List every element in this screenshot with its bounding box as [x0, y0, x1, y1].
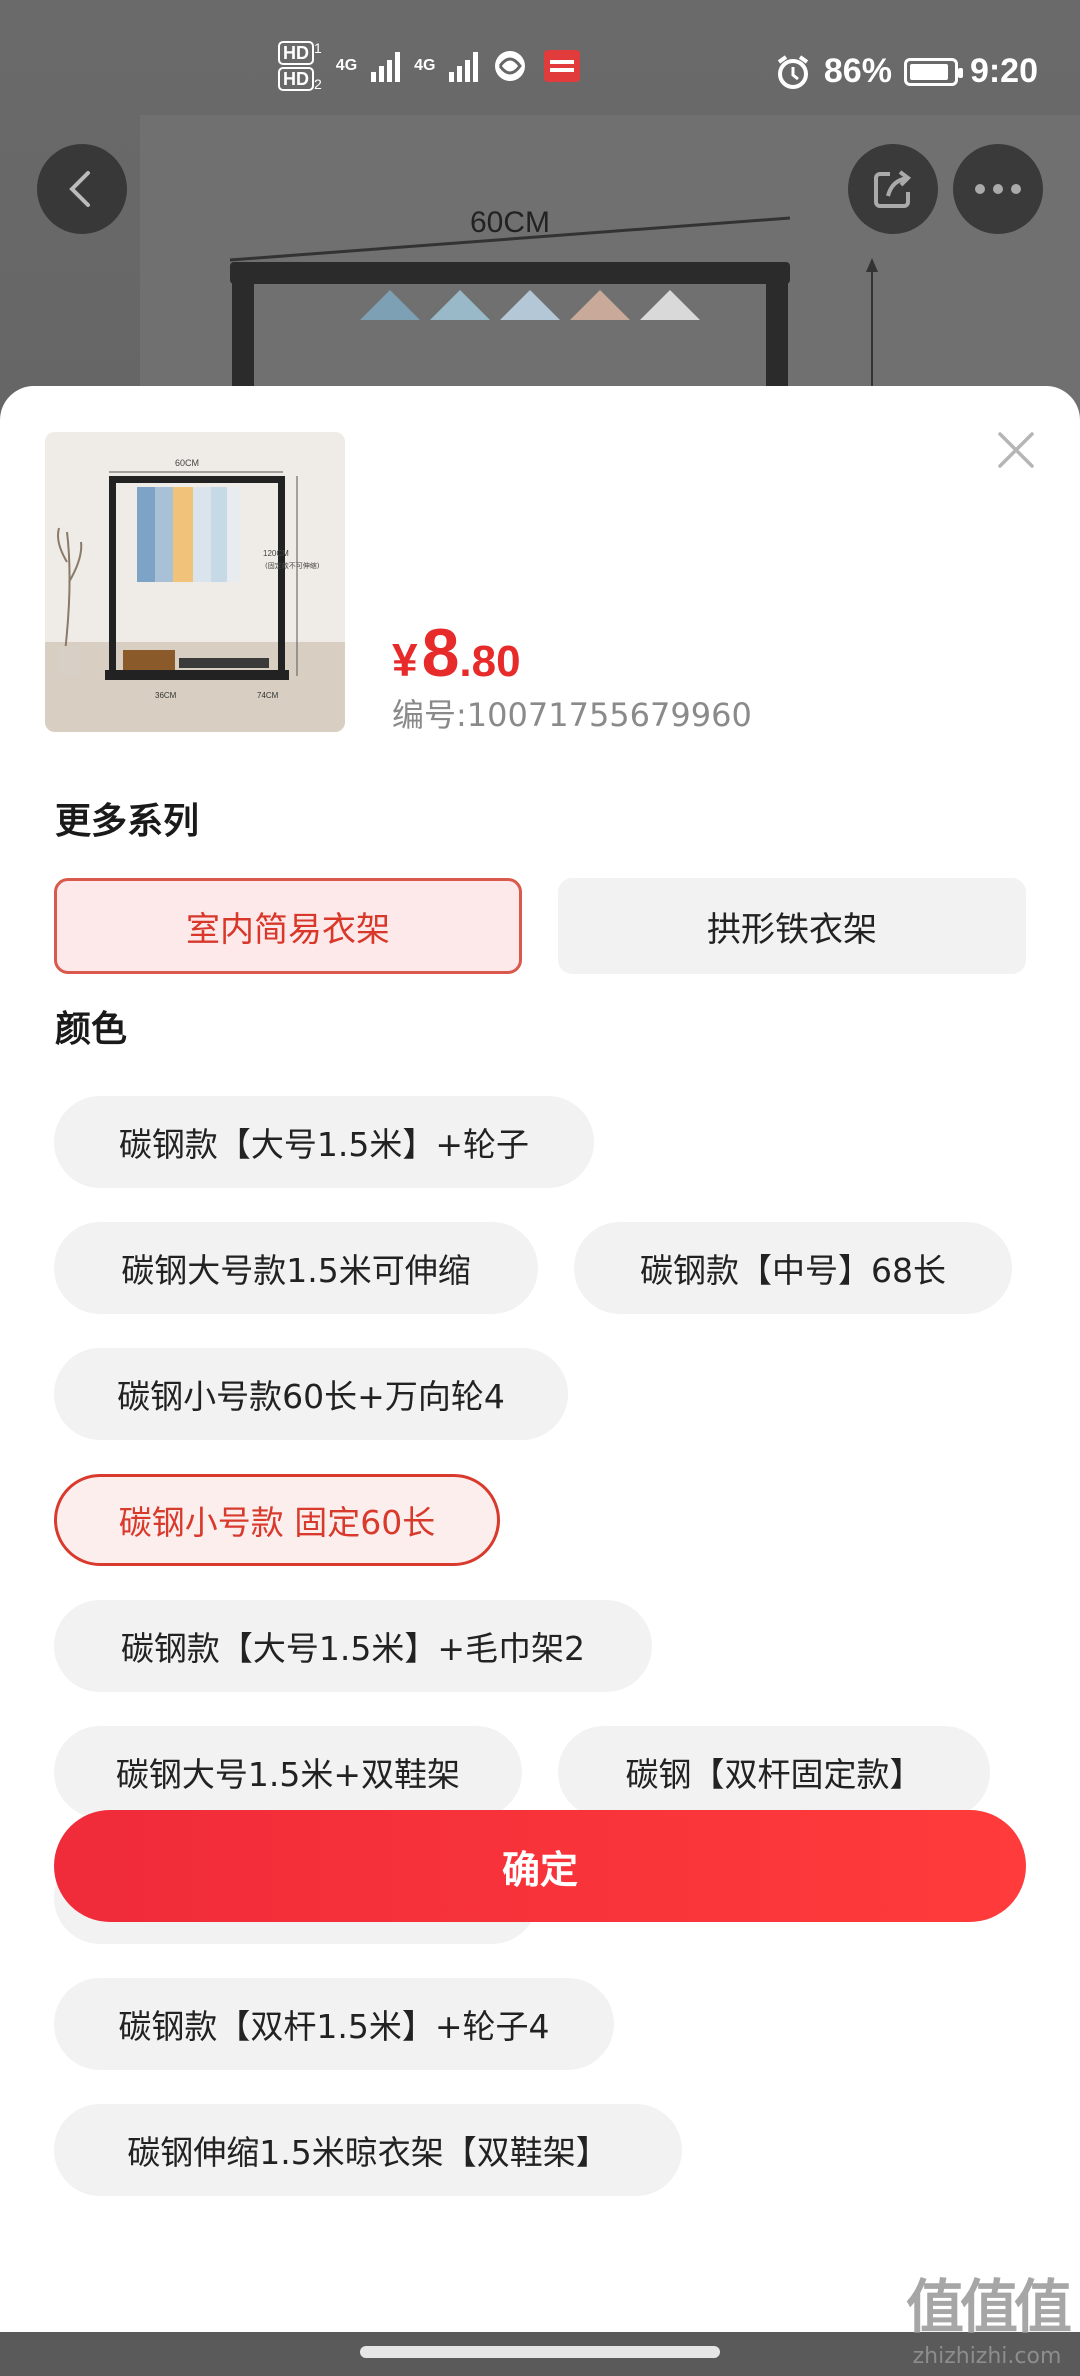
hd-indicator: HD 1 HD 2 — [278, 40, 322, 93]
color-option-selected[interactable]: 碳钢小号款 固定60长 — [54, 1474, 500, 1566]
thumb-height-note: (固定款不可伸缩) — [265, 561, 320, 570]
more-dots-icon — [975, 184, 1021, 194]
status-bar-right: 86% 9:20 — [774, 52, 1038, 91]
hd2-badge: HD 2 — [278, 67, 322, 93]
battery-percentage: 86% — [823, 52, 892, 90]
signal-icon — [371, 50, 401, 83]
price-currency: ¥ — [392, 634, 418, 686]
price: ¥ 8 .80 — [392, 614, 521, 692]
price-integer: 8 — [421, 615, 460, 691]
series-option-arched-iron[interactable]: 拱形铁衣架 — [558, 878, 1026, 974]
status-bar: HD 1 HD 2 4G 4G 86% 9:20 — [0, 0, 1080, 115]
home-indicator[interactable] — [360, 2346, 720, 2358]
color-option[interactable]: 碳钢大号1.5米+双鞋架 — [54, 1726, 522, 1818]
alarm-icon — [777, 54, 809, 89]
network-type-1: 4G — [335, 57, 358, 75]
color-option[interactable]: 碳钢小号款60长+万向轮4 — [54, 1348, 568, 1440]
sku-selector-sheet: 60CM 120CM (固定款不可伸缩) 36CM 74CM ¥ 8 .80 编… — [0, 386, 1080, 2332]
color-section-title: 颜色 — [55, 1009, 128, 1050]
price-decimal: .80 — [459, 637, 521, 686]
thumb-width-label: 60CM — [175, 458, 199, 468]
close-icon[interactable] — [996, 430, 1036, 470]
hd1-badge: HD 1 — [278, 40, 322, 66]
share-icon — [874, 170, 912, 208]
status-bar-left: HD 1 HD 2 4G 4G — [278, 40, 582, 93]
background-dimension-label: 60CM — [470, 206, 550, 239]
vpn-icon — [495, 51, 526, 82]
thumb-height-label: 120CM — [263, 549, 289, 558]
color-option[interactable]: 碳钢款【大号1.5米】+毛巾架2 — [54, 1600, 652, 1692]
series-option-indoor-simple[interactable]: 室内简易衣架 — [54, 878, 522, 974]
color-option[interactable]: 碳钢款【双杆1.5米】+轮子4 — [54, 1978, 614, 2070]
color-option[interactable]: 碳钢款【中号】68长 — [574, 1222, 1012, 1314]
clock: 9:20 — [969, 52, 1038, 90]
confirm-button[interactable]: 确定 — [54, 1810, 1026, 1922]
app-notification-icon — [544, 50, 581, 83]
sku-number: 编号:10071755679960 — [392, 696, 752, 734]
back-button[interactable] — [37, 144, 127, 234]
more-button[interactable] — [953, 144, 1043, 234]
thumb-depth-label: 36CM — [155, 691, 177, 700]
battery-icon — [903, 57, 963, 86]
product-image: 60CM 120CM (固定款不可伸缩) 36CM 74CM — [45, 432, 345, 732]
color-option[interactable]: 碳钢大号款1.5米可伸缩 — [54, 1222, 538, 1314]
chevron-left-icon — [69, 171, 90, 207]
network-type-2: 4G — [414, 57, 436, 75]
color-option[interactable]: 碳钢伸缩1.5米晾衣架【双鞋架】 — [54, 2104, 682, 2196]
watermark: 值值值 zhizhizhi.com — [905, 2260, 1072, 2369]
thumb-base-label: 74CM — [257, 691, 279, 700]
color-option[interactable]: 碳钢款【大号1.5米】+轮子 — [54, 1096, 594, 1188]
product-thumbnail[interactable]: 60CM 120CM (固定款不可伸缩) 36CM 74CM — [45, 432, 345, 732]
screen: 60CM HD 1 HD 2 4G 4G 86% 9:20 60CM 120CM… — [0, 0, 1080, 2376]
color-option[interactable]: 碳钢【双杆固定款】 — [558, 1726, 990, 1818]
watermark-logo: 值值值 — [905, 2275, 1072, 2340]
watermark-url: zhizhizhi.com — [912, 2344, 1062, 2369]
signal-icon-2 — [449, 50, 479, 83]
share-button[interactable] — [848, 144, 938, 234]
series-section-title: 更多系列 — [55, 801, 200, 842]
